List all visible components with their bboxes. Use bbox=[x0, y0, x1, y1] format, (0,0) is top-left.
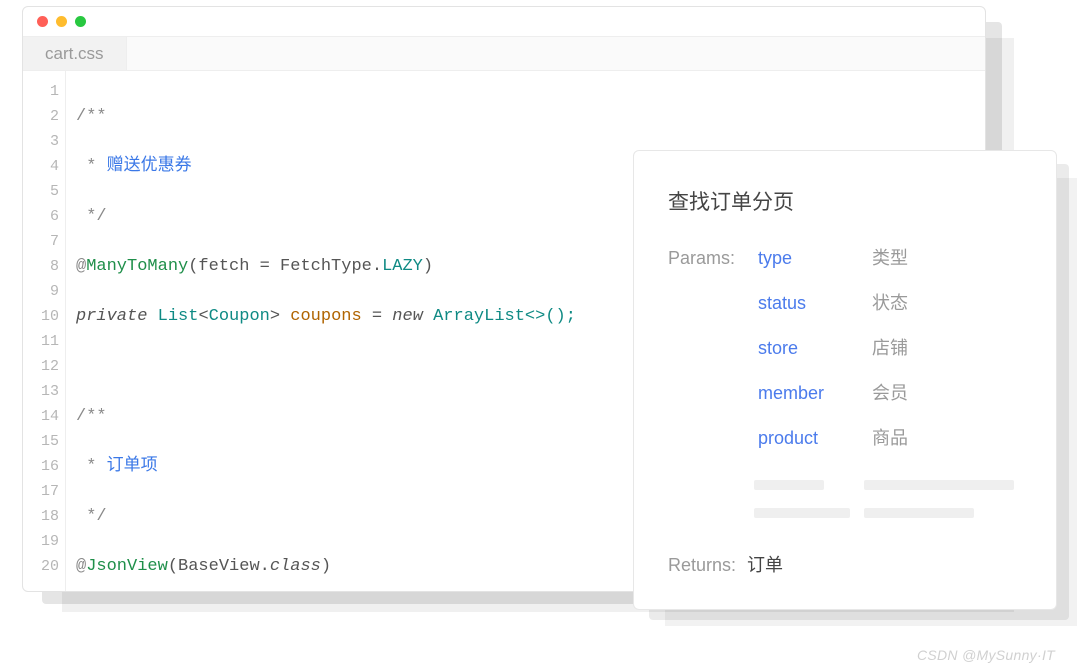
returns-label: Returns: bbox=[668, 555, 736, 575]
doc-popover-wrapper: 查找订单分页 Params: type 类型 status 状态 store 店… bbox=[633, 150, 1057, 610]
watermark: CSDN @MySunny·IT bbox=[917, 647, 1055, 663]
param-desc: 状态 bbox=[872, 290, 1022, 317]
param-name: member bbox=[758, 380, 868, 407]
skeleton-bar bbox=[864, 480, 1014, 490]
minimize-icon[interactable] bbox=[56, 16, 67, 27]
skeleton-bar bbox=[754, 480, 824, 490]
params-section: Params: type 类型 status 状态 store 店铺 membe… bbox=[668, 245, 1022, 452]
returns-value: 订单 bbox=[747, 555, 783, 575]
param-desc: 类型 bbox=[872, 245, 1022, 272]
returns-section: Returns: 订单 bbox=[668, 552, 1022, 579]
param-name: type bbox=[758, 245, 868, 272]
window-titlebar bbox=[23, 7, 985, 37]
param-desc: 店铺 bbox=[872, 335, 1022, 362]
doc-popover: 查找订单分页 Params: type 类型 status 状态 store 店… bbox=[633, 150, 1057, 610]
tab-label: cart.css bbox=[45, 44, 104, 64]
param-name: status bbox=[758, 290, 868, 317]
tab-bar: cart.css bbox=[23, 37, 985, 71]
param-desc: 会员 bbox=[872, 380, 1022, 407]
tab-cart-css[interactable]: cart.css bbox=[23, 37, 127, 70]
params-skeleton bbox=[668, 480, 1022, 518]
skeleton-bar bbox=[754, 508, 850, 518]
param-name: product bbox=[758, 425, 868, 452]
params-label: Params: bbox=[668, 245, 754, 272]
close-icon[interactable] bbox=[37, 16, 48, 27]
line-number-gutter: 1 2 3 4 5 6 7 8 9 10 11 12 13 14 15 16 1… bbox=[23, 71, 65, 591]
param-name: store bbox=[758, 335, 868, 362]
skeleton-bar bbox=[864, 508, 974, 518]
param-desc: 商品 bbox=[872, 425, 1022, 452]
zoom-icon[interactable] bbox=[75, 16, 86, 27]
popover-title: 查找订单分页 bbox=[668, 187, 1022, 219]
